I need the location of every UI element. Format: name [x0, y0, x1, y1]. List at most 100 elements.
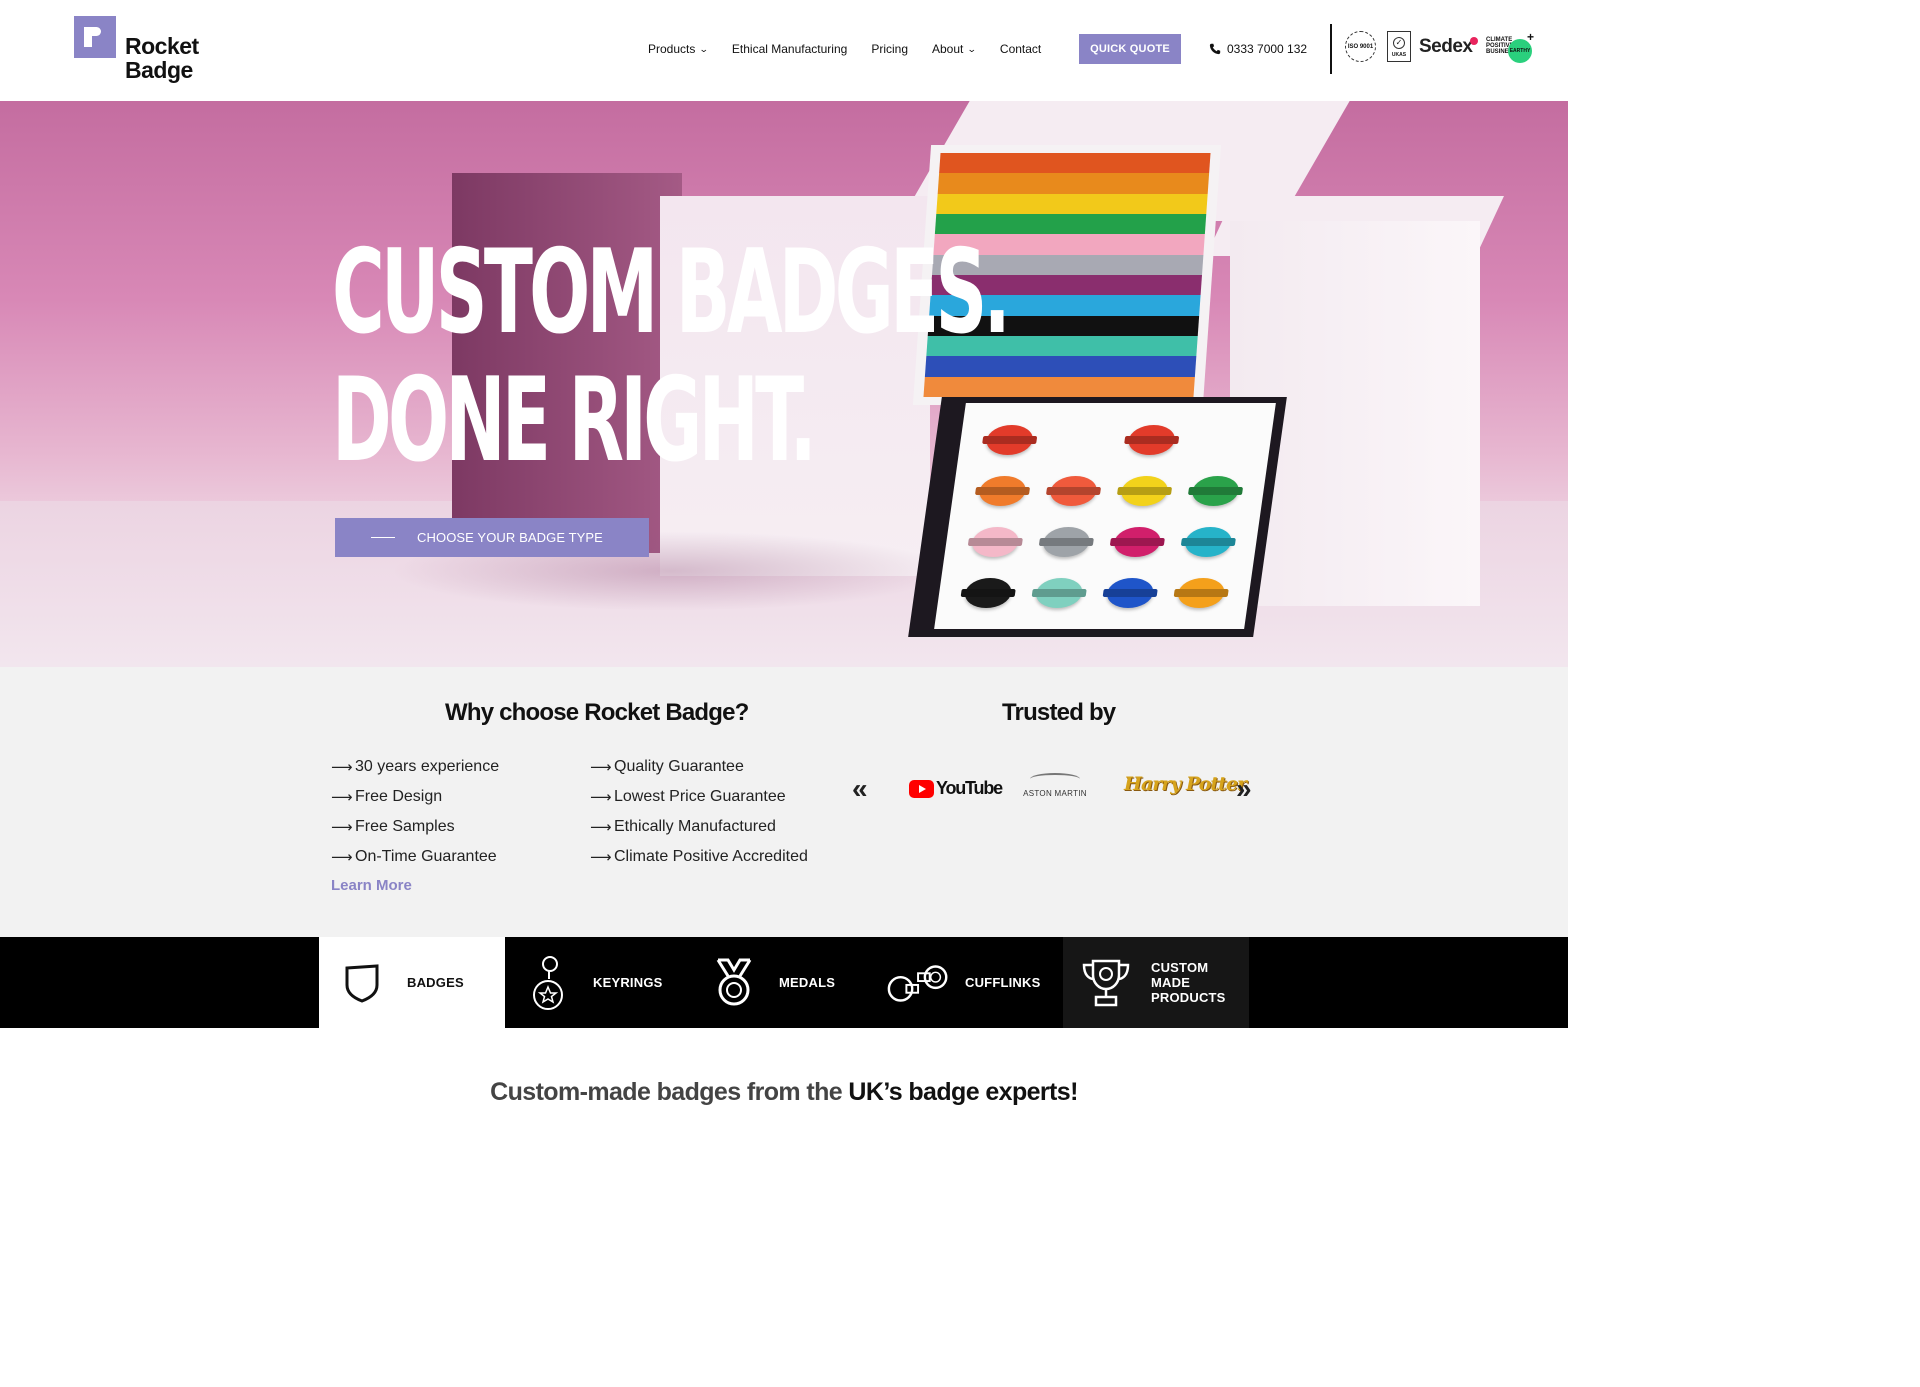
phone-number: 0333 7000 132 [1227, 42, 1308, 56]
arrow-right-icon: ⟶ [590, 789, 612, 806]
feature-text: 30 years experience [355, 758, 500, 775]
nav-about[interactable]: About ⌄ [932, 42, 978, 56]
feature-text: Free Design [355, 788, 443, 805]
main-nav: Products ⌄ Ethical Manufacturing Pricing… [648, 42, 1065, 56]
sedex-logo: Sedex [1419, 36, 1480, 58]
logo-line-1: Rocket [125, 33, 199, 59]
roundel-pin [1047, 475, 1099, 506]
page-tagline: Custom-made badges from the UK’s badge e… [0, 1078, 1568, 1107]
ukas-badge: ✓ UKAS [1387, 31, 1411, 62]
features-left: ⟶ 30 years experience ⟶ Free Design ⟶ Free … [331, 752, 499, 872]
arrow-right-icon: ⟶ [331, 849, 353, 866]
roundel-pin [962, 577, 1013, 608]
why-title: Why choose Rocket Badge? [445, 699, 749, 726]
hero-title-line-2: DONE RIGHT. [332, 353, 817, 488]
feature-text: Climate Positive Accredited [614, 848, 808, 865]
arrow-right-icon: ⟶ [590, 819, 612, 836]
category-label: KEYRINGS [593, 975, 663, 990]
roundel-pin [969, 526, 1021, 557]
feature-item: ⟶ Ethically Manufactured [590, 812, 808, 842]
roundel-pin [1033, 577, 1084, 608]
nav-pricing[interactable]: Pricing [871, 42, 908, 56]
trophy-icon [1071, 957, 1141, 1009]
climate-positive-badge: CLIMATE POSITIVE BUSINESS [1486, 37, 1517, 55]
feature-item: ⟶ Free Samples [331, 812, 499, 842]
nav-products-label: Products [648, 42, 696, 56]
lid-stripe [939, 153, 1211, 174]
nav-ethical-label: Ethical Manufacturing [731, 42, 848, 56]
category-label: MEDALS [779, 975, 836, 990]
tagline-emphasis: UK’s badge experts! [848, 1078, 1078, 1106]
category-custom-made-products[interactable]: CUSTOM MADE PRODUCTS [1063, 937, 1249, 1028]
medal-icon [699, 958, 769, 1008]
nav-pricing-label: Pricing [871, 42, 908, 56]
feature-text: Quality Guarantee [614, 758, 744, 775]
feature-item: ⟶ Climate Positive Accredited [590, 842, 808, 872]
why-section: Why choose Rocket Badge? ⟶ 30 years exper… [0, 667, 1568, 937]
aston-martin-logo: ASTON MARTIN [1022, 773, 1088, 798]
lid-stripe [937, 173, 1210, 194]
check-icon: ✓ [1393, 37, 1405, 49]
hero-banner: CUSTOM BADGES. DONE RIGHT. CHOOSE YOUR B… [0, 101, 1568, 667]
roundel-pin [1175, 577, 1226, 608]
roundel-pin [1111, 526, 1163, 557]
harry-potter-logo: Harry Potter [1124, 773, 1247, 795]
feature-text: Lowest Price Guarantee [614, 788, 786, 805]
roundel-pin [1189, 475, 1241, 506]
shield-icon [327, 963, 397, 1003]
category-keyrings[interactable]: KEYRINGS [505, 937, 691, 1028]
roundel-pin [1182, 526, 1234, 557]
nav-contact[interactable]: Contact [1000, 42, 1041, 56]
feature-item: ⟶ Lowest Price Guarantee [590, 782, 808, 812]
nav-contact-label: Contact [999, 42, 1042, 56]
category-label: CUFFLINKS [965, 975, 1041, 990]
category-medals[interactable]: MEDALS [691, 937, 877, 1028]
feature-item: ⟶ On-Time Guarantee [331, 842, 499, 872]
roundel-pin [1040, 526, 1092, 557]
trusted-title: Trusted by [1002, 699, 1116, 726]
lid-stripe [936, 193, 1208, 214]
category-badges[interactable]: BADGES [319, 937, 505, 1028]
quick-quote-button[interactable]: QUICK QUOTE [1079, 34, 1181, 64]
roundel-pin [1126, 424, 1177, 455]
youtube-play-icon [909, 779, 934, 798]
features-right: ⟶ Quality Guarantee ⟶ Lowest Price Guarant… [590, 752, 808, 872]
category-cufflinks[interactable]: CUFFLINKS [877, 937, 1063, 1028]
iso-9001-badge: ISO 9001 [1345, 31, 1376, 62]
arrow-right-icon: ⟶ [331, 819, 353, 836]
dash-icon [371, 537, 395, 538]
logo-mark-icon [74, 16, 116, 58]
hero-title-line-1: CUSTOM BADGES. [332, 225, 1011, 360]
choose-badge-type-label: CHOOSE YOUR BADGE TYPE [417, 530, 603, 545]
carousel-prev-icon[interactable]: « [852, 773, 867, 805]
feature-text: Ethically Manufactured [614, 818, 776, 835]
plus-icon: + [1527, 30, 1535, 44]
brand-logo[interactable]: Rocket Badge [74, 16, 199, 82]
sedex-label: Sedex [1419, 36, 1473, 57]
feature-item: ⟶ Free Design [331, 782, 499, 812]
site-header: Rocket Badge Products ⌄ Ethical Manufact… [0, 0, 1568, 100]
category-bar: BADGES KEYRINGS MEDALS CUFFLINKS CUSTOM … [0, 937, 1568, 1028]
category-label: CUSTOM MADE PRODUCTS [1151, 960, 1226, 1005]
keyring-icon [513, 955, 583, 1011]
choose-badge-type-button[interactable]: CHOOSE YOUR BADGE TYPE [335, 518, 649, 557]
arrow-right-icon: ⟶ [331, 759, 353, 776]
nav-products[interactable]: Products ⌄ [648, 42, 709, 56]
logo-line-2: Badge [125, 57, 193, 83]
phone-icon [1209, 43, 1221, 55]
feature-item: ⟶ 30 years experience [331, 752, 499, 782]
chevron-down-icon: ⌄ [967, 43, 978, 54]
phone-link[interactable]: 0333 7000 132 [1209, 42, 1307, 56]
learn-more-link[interactable]: Learn More [331, 877, 412, 894]
roundel-pin [1104, 577, 1155, 608]
feature-text: Free Samples [355, 818, 455, 835]
aston-martin-wordmark: ASTON MARTIN [1023, 789, 1087, 798]
arrow-right-icon: ⟶ [331, 789, 353, 806]
logo-wordmark: Rocket Badge [125, 34, 199, 82]
aston-wings-icon [1030, 773, 1080, 785]
nav-ethical-manufacturing[interactable]: Ethical Manufacturing [732, 42, 847, 56]
hero-title: CUSTOM BADGES. DONE RIGHT. [332, 225, 1011, 488]
carousel-next-icon[interactable]: » [1236, 773, 1251, 805]
arrow-right-icon: ⟶ [590, 759, 612, 776]
feature-text: On-Time Guarantee [355, 848, 497, 865]
